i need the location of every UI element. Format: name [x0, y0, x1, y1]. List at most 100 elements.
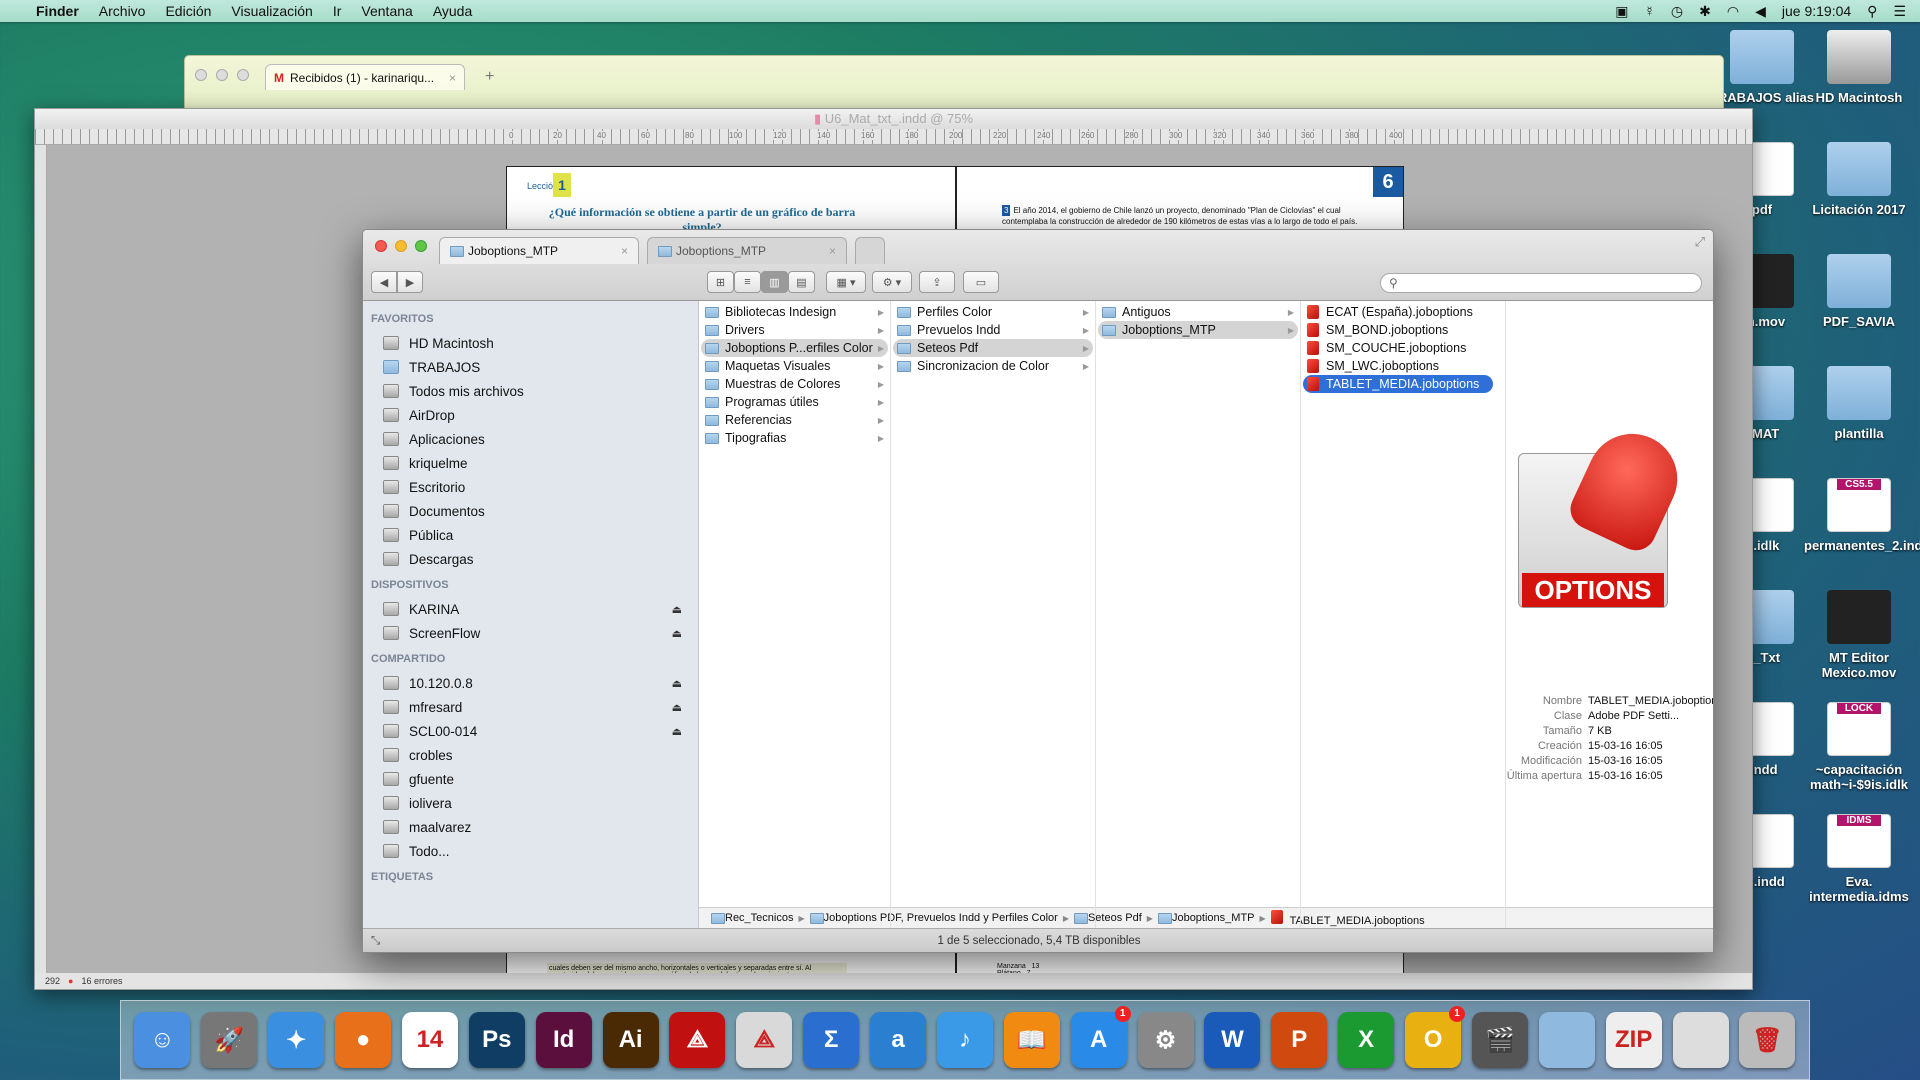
sidebar-item-screenflow[interactable]: ScreenFlow ⏏	[371, 621, 698, 645]
dock-launchpad-icon[interactable]: 🚀	[201, 1012, 258, 1068]
new-tab-button[interactable]	[855, 237, 885, 264]
folder-item[interactable]: Antiguos ▶	[1098, 303, 1298, 321]
file-item[interactable]: ECAT (España).joboptions	[1303, 303, 1493, 321]
menu-ir[interactable]: Ir	[333, 3, 342, 19]
sidebar-item-gfuente[interactable]: gfuente	[371, 767, 698, 791]
dock-app-store-icon[interactable]: A1	[1070, 1006, 1131, 1068]
dock-powerpoint-icon[interactable]: P	[1271, 1012, 1328, 1068]
folder-item[interactable]: Prevuelos Indd ▶	[893, 321, 1093, 339]
desktop-icon[interactable]: PDF_SAVIA	[1804, 254, 1914, 329]
finder-tab-1[interactable]: Joboptions_MTP ×	[439, 237, 639, 264]
sidebar-item-descargas[interactable]: Descargas	[371, 547, 698, 571]
browser-tab-gmail[interactable]: M Recibidos (1) - karinariqu... ×	[265, 64, 465, 90]
dock-firefox-icon[interactable]: ●	[335, 1012, 392, 1068]
close-tab-icon[interactable]: ×	[621, 244, 628, 258]
file-item[interactable]: SM_COUCHE.joboptions	[1303, 339, 1493, 357]
sidebar-item-crobles[interactable]: crobles	[371, 743, 698, 767]
search-input[interactable]: ⚲	[1380, 273, 1702, 293]
sidebar-item-trabajos[interactable]: TRABAJOS	[371, 355, 698, 379]
sidebar-item-10-120-0-8[interactable]: 10.120.0.8 ⏏	[371, 671, 698, 695]
desktop-icon[interactable]: HD Macintosh	[1804, 30, 1914, 105]
dock-zip-file-icon[interactable]: ZIP	[1605, 1012, 1662, 1068]
sidebar-item-mfresard[interactable]: mfresard ⏏	[371, 695, 698, 719]
folder-item[interactable]: Tipografias ▶	[701, 429, 888, 447]
zoom-button[interactable]	[415, 240, 427, 252]
minimize-button[interactable]	[395, 240, 407, 252]
dock-acrobat-icon[interactable]: ⟁	[669, 1012, 726, 1068]
file-item[interactable]: SM_LWC.joboptions	[1303, 357, 1493, 375]
eject-icon[interactable]: ⏏	[672, 701, 682, 714]
zoom-button[interactable]	[237, 69, 249, 81]
desktop-icon[interactable]: LOCK ~capacitación math~i-$9is.idlk	[1804, 702, 1914, 792]
sidebar-item-scl00-014[interactable]: SCL00-014 ⏏	[371, 719, 698, 743]
dock-illustrator-icon[interactable]: Ai	[602, 1012, 659, 1068]
coverflow-view-button[interactable]: ▤	[788, 271, 815, 293]
sidebar-item-aplicaciones[interactable]: Aplicaciones	[371, 427, 698, 451]
list-view-button[interactable]: ≡	[734, 271, 761, 293]
column-view-button[interactable]: ▥	[761, 271, 788, 293]
dock-indesign-icon[interactable]: Id	[535, 1012, 592, 1068]
desktop-icon[interactable]: MT Editor Mexico.mov	[1804, 590, 1914, 680]
dock-trash-icon[interactable]: 🗑	[1739, 1012, 1796, 1068]
dock-system-preferences-icon[interactable]: ⚙	[1137, 1012, 1194, 1068]
sidebar-toggle-icon[interactable]: ⤡	[371, 929, 380, 952]
eject-icon[interactable]: ⏏	[672, 627, 682, 640]
sidebar-item-hd-macintosh[interactable]: HD Macintosh	[371, 331, 698, 355]
menu-ayuda[interactable]: Ayuda	[433, 3, 472, 19]
menu-app-finder[interactable]: Finder	[36, 3, 79, 19]
folder-item[interactable]: Perfiles Color ▶	[893, 303, 1093, 321]
dock-screenshot-icon[interactable]	[1672, 1012, 1729, 1068]
icon-view-button[interactable]: ⊞	[707, 271, 734, 293]
desktop-icon[interactable]: CS5.5 permanentes_2.indd	[1804, 478, 1920, 553]
dock-safari-icon[interactable]: ✦	[268, 1012, 325, 1068]
arrange-button[interactable]: ▦ ▾	[826, 271, 866, 293]
dock-itunes-icon[interactable]: ♪	[936, 1012, 993, 1068]
folder-item[interactable]: Muestras de Colores ▶	[701, 375, 888, 393]
sidebar-item-karina[interactable]: KARINA ⏏	[371, 597, 698, 621]
horizontal-ruler[interactable]: 0 20 40 60 80 100 120 140 160 180 200 220 240 260 280 3…	[35, 129, 1752, 145]
fullscreen-icon[interactable]: ⤢	[1695, 234, 1705, 250]
sidebar-item-todos-mis-archivos[interactable]: Todos mis archivos	[371, 379, 698, 403]
eject-icon[interactable]: ⏏	[672, 677, 682, 690]
folder-item[interactable]: Joboptions_MTP ▶	[1098, 321, 1298, 339]
new-tab-button[interactable]: +	[485, 68, 494, 86]
sidebar-item-airdrop[interactable]: AirDrop	[371, 403, 698, 427]
close-tab-icon[interactable]: ×	[829, 244, 836, 258]
file-item[interactable]: TABLET_MEDIA.joboptions	[1303, 375, 1493, 393]
minimize-button[interactable]	[216, 69, 228, 81]
sidebar-item-kriquelme[interactable]: kriquelme	[371, 451, 698, 475]
folder-item[interactable]: Drivers ▶	[701, 321, 888, 339]
back-button[interactable]: ◀	[371, 271, 397, 293]
menu-visualizacion[interactable]: Visualización	[231, 3, 312, 19]
dock-finder-icon[interactable]: ☺	[134, 1012, 191, 1068]
notification-center-icon[interactable]: ☰	[1893, 3, 1906, 20]
sidebar-item-todo-[interactable]: Todo...	[371, 839, 698, 863]
sidebar-item-documentos[interactable]: Documentos	[371, 499, 698, 523]
wifi-icon[interactable]: ◠	[1727, 3, 1739, 20]
folder-item[interactable]: Seteos Pdf ▶	[893, 339, 1093, 357]
dock-photoshop-icon[interactable]: Ps	[468, 1012, 525, 1068]
sidebar-item-iolivera[interactable]: iolivera	[371, 791, 698, 815]
vertical-ruler[interactable]	[35, 145, 47, 975]
bluetooth-icon[interactable]: ✱	[1699, 3, 1711, 20]
folder-item[interactable]: Bibliotecas Indesign ▶	[701, 303, 888, 321]
close-button[interactable]	[195, 69, 207, 81]
folder-item[interactable]: Maquetas Visuales ▶	[701, 357, 888, 375]
dock-word-icon[interactable]: W	[1204, 1012, 1261, 1068]
camera-icon[interactable]: ▣	[1615, 3, 1628, 20]
dock-photo-booth-icon[interactable]: 🎬	[1471, 1012, 1528, 1068]
dock-applications-folder-icon[interactable]	[1538, 1012, 1595, 1068]
sidebar-item-p-blica[interactable]: Pública	[371, 523, 698, 547]
menu-archivo[interactable]: Archivo	[99, 3, 146, 19]
dock-dictionary-icon[interactable]: a	[870, 1012, 927, 1068]
dock-outlook-icon[interactable]: O1	[1405, 1006, 1466, 1068]
finder-face-icon[interactable]: ☿	[1644, 3, 1655, 19]
dock-ibooks-icon[interactable]: 📖	[1003, 1012, 1060, 1068]
dock-calendar-icon[interactable]: 14	[401, 1012, 458, 1068]
tags-button[interactable]: ▭	[963, 271, 999, 293]
preflight-errors[interactable]: 16 errores	[81, 976, 122, 986]
menu-edicion[interactable]: Edición	[165, 3, 211, 19]
dock-acrobat-distiller-icon[interactable]: ⟁	[736, 1012, 793, 1068]
eject-icon[interactable]: ⏏	[672, 725, 682, 738]
action-gear-button[interactable]: ⚙ ▾	[872, 271, 912, 293]
